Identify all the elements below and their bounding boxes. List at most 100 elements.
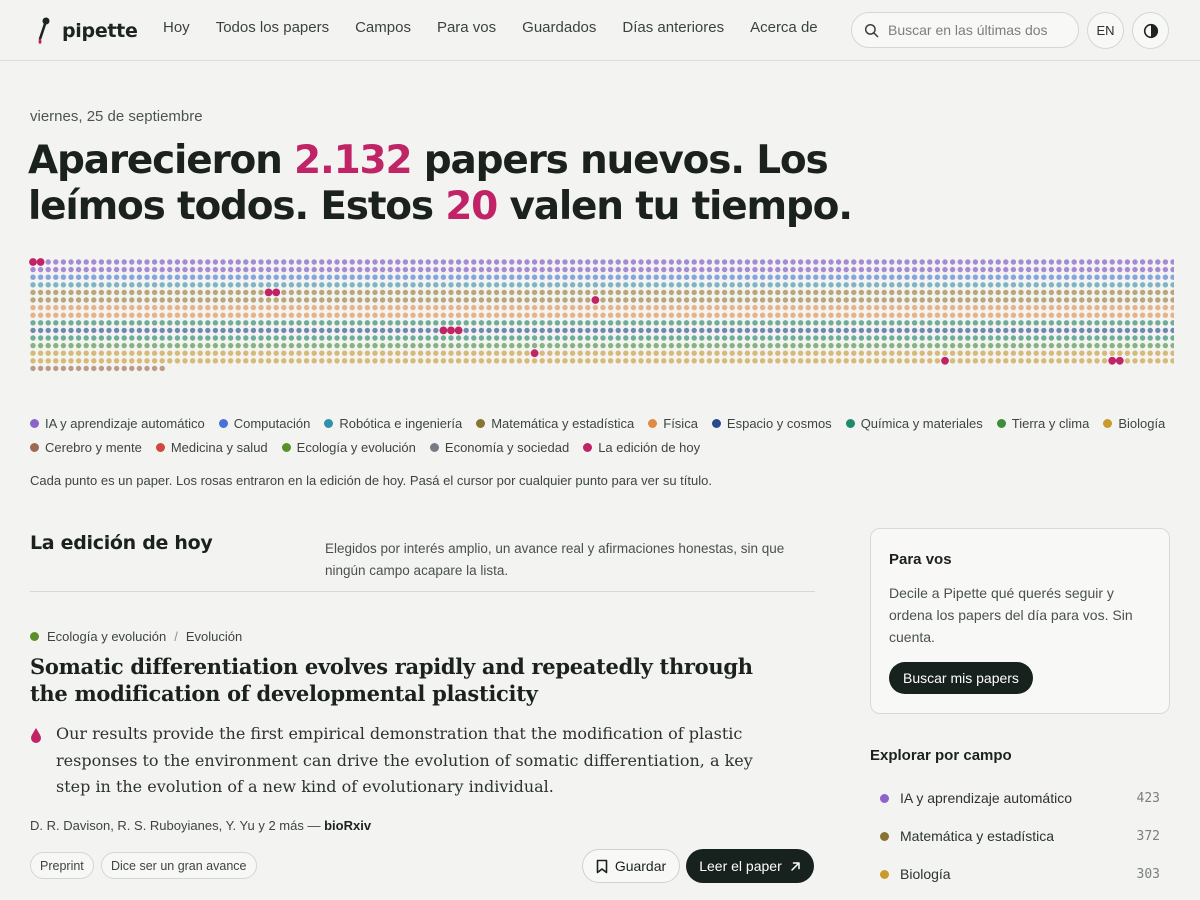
paper-dot[interactable] (68, 266, 74, 273)
paper-dot[interactable] (554, 266, 561, 273)
paper-dot[interactable] (1109, 282, 1115, 288)
paper-dot[interactable] (136, 289, 143, 296)
paper-dot[interactable] (858, 304, 865, 311)
paper-dot[interactable] (486, 327, 492, 334)
paper-dot[interactable] (721, 312, 728, 318)
paper-dot[interactable] (835, 259, 842, 265)
paper-dot[interactable] (448, 274, 454, 280)
paper-dot[interactable] (273, 358, 279, 364)
paper-dot[interactable] (258, 342, 264, 349)
paper-dot[interactable] (934, 312, 941, 318)
paper-dot[interactable] (349, 266, 355, 273)
paper-dot[interactable] (364, 320, 371, 326)
paper-dot[interactable] (1063, 266, 1070, 273)
paper-dot[interactable] (509, 327, 515, 334)
paper-dot[interactable] (319, 358, 325, 364)
paper-dot[interactable] (1010, 358, 1017, 364)
paper-dot[interactable] (919, 342, 925, 349)
paper-dot[interactable] (911, 335, 918, 341)
paper-dot[interactable] (410, 350, 416, 356)
paper-dot[interactable] (319, 335, 325, 341)
paper-dot[interactable] (828, 304, 834, 311)
paper-dot[interactable] (334, 312, 340, 318)
paper-dot[interactable] (843, 289, 849, 296)
paper-dot[interactable] (569, 320, 576, 326)
paper-dot[interactable] (106, 312, 112, 318)
paper-dot[interactable] (433, 289, 439, 296)
paper-dot[interactable] (1018, 342, 1024, 349)
paper-dot[interactable] (835, 282, 842, 288)
paper-dot[interactable] (463, 297, 469, 303)
paper-dot[interactable] (501, 327, 507, 334)
paper-dot[interactable] (303, 282, 310, 288)
paper-dot[interactable] (752, 282, 758, 288)
paper-dot[interactable] (539, 320, 545, 326)
paper-dot[interactable] (759, 304, 766, 311)
paper-dot[interactable] (676, 342, 682, 349)
paper-dot[interactable] (904, 259, 910, 265)
paper-dot[interactable] (182, 358, 188, 364)
paper-dot[interactable] (1147, 358, 1153, 364)
paper-dot[interactable] (1018, 282, 1024, 288)
paper-dot[interactable] (410, 312, 416, 318)
paper-dot[interactable] (881, 312, 887, 318)
paper-dot[interactable] (797, 312, 804, 318)
paper-dot[interactable] (478, 312, 485, 318)
paper-dot[interactable] (645, 274, 652, 280)
paper-dot[interactable] (835, 335, 842, 341)
paper-dot[interactable] (752, 342, 758, 349)
paper-dot[interactable] (1109, 350, 1115, 356)
paper-dot[interactable] (91, 312, 97, 318)
paper-dot[interactable] (37, 297, 44, 303)
paper-dot[interactable] (250, 342, 257, 349)
paper-dot[interactable] (1003, 297, 1009, 303)
paper-dot[interactable] (471, 327, 477, 334)
paper-dot[interactable] (311, 282, 317, 288)
paper-dot[interactable] (638, 289, 644, 296)
paper-dot[interactable] (934, 304, 941, 311)
paper-dot[interactable] (151, 266, 158, 273)
paper-dot[interactable] (205, 335, 211, 341)
paper-dot[interactable] (987, 358, 994, 364)
paper-dot[interactable] (828, 259, 834, 265)
paper-dot[interactable] (904, 342, 910, 349)
paper-dot[interactable] (265, 304, 272, 311)
paper-dot[interactable] (873, 289, 880, 296)
paper-dot[interactable] (1086, 350, 1093, 356)
paper-dot[interactable] (509, 335, 515, 341)
paper-dot[interactable] (1170, 259, 1174, 265)
paper-dot[interactable] (737, 350, 743, 356)
paper-dot[interactable] (1079, 266, 1085, 273)
paper-dot[interactable] (53, 304, 59, 311)
paper-dot[interactable] (402, 358, 409, 364)
paper-dot-today[interactable] (36, 258, 45, 266)
paper-dot[interactable] (866, 289, 872, 296)
paper-dot[interactable] (296, 342, 302, 349)
paper-dot[interactable] (341, 304, 348, 311)
paper-dot[interactable] (1010, 335, 1017, 341)
paper-dot[interactable] (174, 289, 181, 296)
paper-dot[interactable] (372, 266, 378, 273)
paper-dot[interactable] (607, 289, 614, 296)
paper-dot[interactable] (987, 327, 994, 334)
paper-dot[interactable] (387, 274, 393, 280)
paper-dot[interactable] (250, 327, 257, 334)
paper-dot[interactable] (471, 266, 477, 273)
paper-dot[interactable] (623, 259, 629, 265)
paper-dot[interactable] (364, 350, 371, 356)
paper-dot[interactable] (805, 289, 811, 296)
paper-dot[interactable] (1003, 304, 1009, 311)
paper-dot[interactable] (1094, 358, 1100, 364)
paper-dot[interactable] (30, 282, 36, 288)
paper-dot[interactable] (471, 304, 477, 311)
paper-dot[interactable] (417, 358, 424, 364)
paper-dot[interactable] (144, 282, 150, 288)
paper-dot[interactable] (980, 297, 986, 303)
paper-dot[interactable] (1063, 350, 1070, 356)
paper-dot[interactable] (471, 312, 477, 318)
paper-dot[interactable] (402, 259, 409, 265)
paper-dot[interactable] (205, 297, 211, 303)
paper-dot[interactable] (843, 282, 849, 288)
paper-dot[interactable] (1132, 327, 1138, 334)
paper-dot[interactable] (68, 274, 74, 280)
